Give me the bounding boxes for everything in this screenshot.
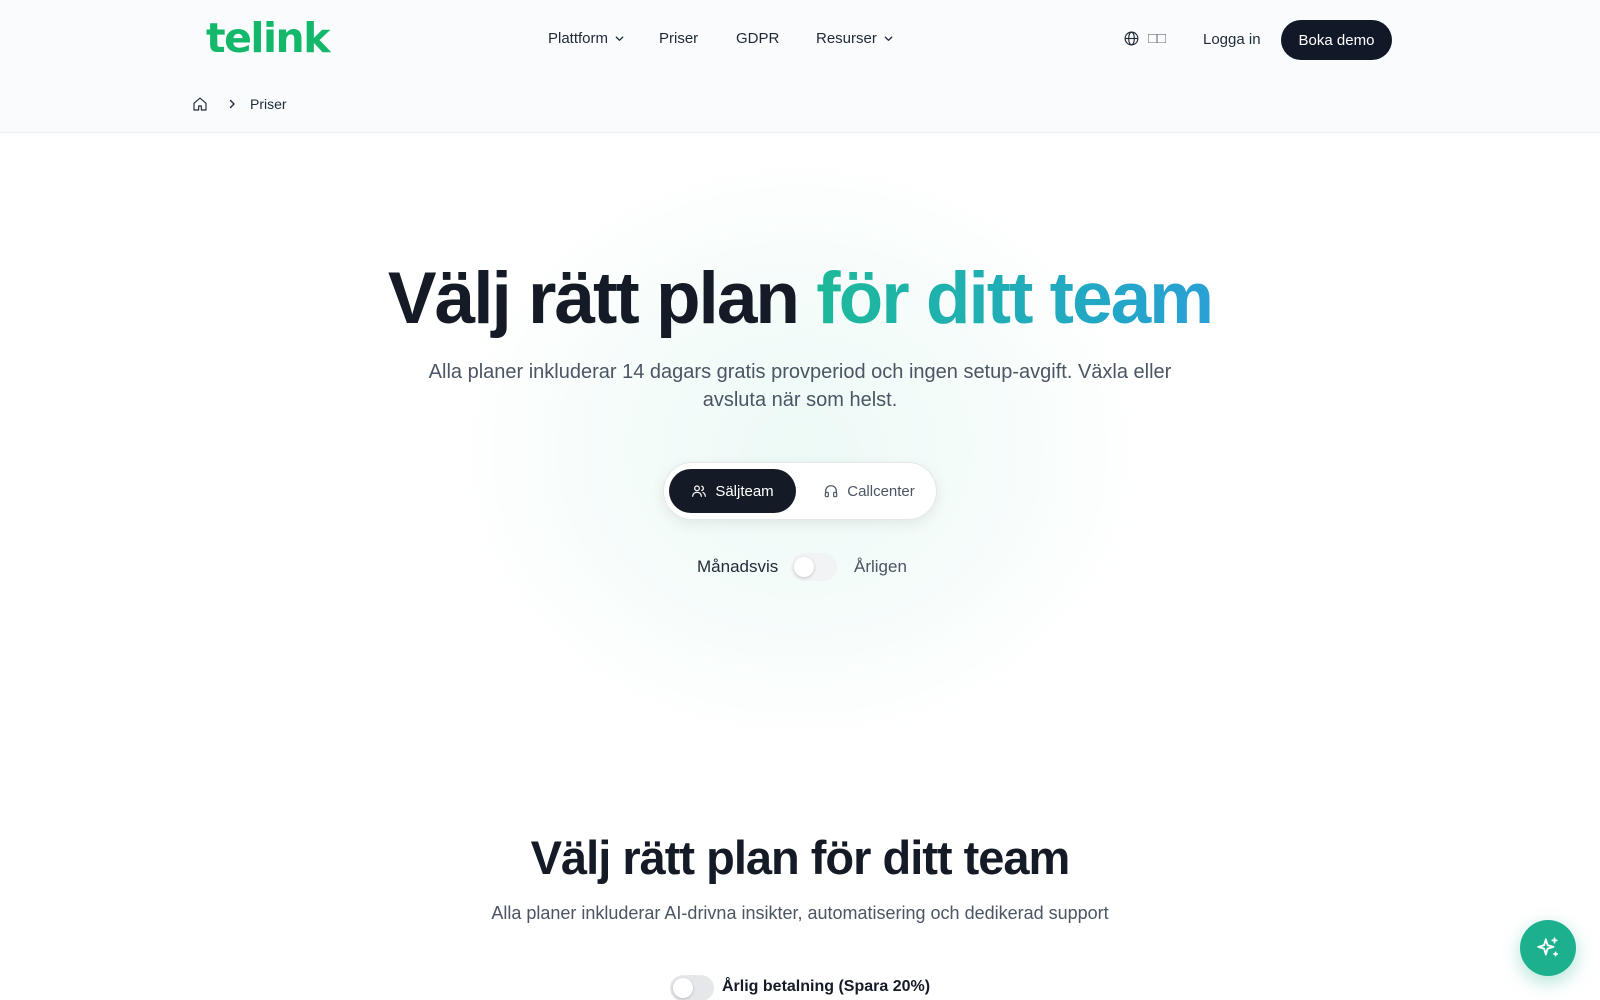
telink-logo[interactable]: telink bbox=[206, 14, 330, 62]
segment-saljteam[interactable]: Säljteam bbox=[669, 469, 796, 513]
breadcrumb: Priser bbox=[192, 96, 287, 112]
annual-payment-label: Årlig betalning (Spara 20%) bbox=[722, 978, 931, 995]
breadcrumb-current: Priser bbox=[250, 96, 287, 112]
users-icon bbox=[692, 485, 707, 497]
yearly-label: Årligen bbox=[854, 557, 907, 576]
team-type-selector: Säljteam Callcenter bbox=[663, 462, 937, 520]
home-icon bbox=[193, 97, 207, 111]
nav-priser-label: Priser bbox=[659, 30, 699, 47]
hero-title-accent: för ditt team bbox=[816, 258, 1214, 339]
nav-priser[interactable]: Priser bbox=[659, 30, 698, 47]
sparkles-icon bbox=[1537, 937, 1559, 957]
language-switcher[interactable]: □□ bbox=[1123, 30, 1166, 47]
login-link[interactable]: Logga in bbox=[1203, 31, 1261, 48]
segment-callcenter[interactable]: Callcenter bbox=[809, 469, 929, 513]
language-code: □□ bbox=[1148, 30, 1167, 47]
hero-title-plain: Välj rätt plan bbox=[387, 258, 817, 339]
switch-knob bbox=[794, 557, 814, 577]
annual-payment-toggle: Årlig betalning (Spara 20%) bbox=[0, 975, 1600, 1000]
nav-plattform[interactable]: Plattform bbox=[548, 30, 625, 47]
nav-resurser[interactable]: Resurser bbox=[816, 30, 894, 47]
segment-callcenter-label: Callcenter bbox=[847, 482, 915, 500]
globe-icon bbox=[1124, 31, 1139, 46]
headphones-icon bbox=[824, 485, 838, 498]
ai-assistant-button[interactable] bbox=[1520, 920, 1576, 976]
site-header: telink Plattform Priser GDPR Resurser □□… bbox=[0, 0, 1600, 133]
switch-knob bbox=[673, 978, 693, 998]
breadcrumb-home[interactable] bbox=[192, 96, 208, 112]
hero-title: Välj rätt plan för ditt team bbox=[0, 257, 1600, 341]
book-demo-button[interactable]: Boka demo bbox=[1281, 20, 1392, 60]
plans-title: Välj rätt plan för ditt team bbox=[530, 831, 1071, 884]
nav-resurser-label: Resurser bbox=[816, 30, 877, 47]
annual-switch[interactable] bbox=[670, 975, 714, 1000]
nav-plattform-label: Plattform bbox=[548, 30, 609, 47]
segment-saljteam-label: Säljteam bbox=[715, 482, 774, 500]
chevron-down-icon bbox=[615, 36, 624, 41]
plans-subtitle: Alla planer inkluderar AI-drivna insikte… bbox=[491, 903, 1109, 923]
nav-gdpr-label: GDPR bbox=[736, 30, 780, 47]
monthly-label: Månadsvis bbox=[697, 557, 779, 576]
chevron-right-icon bbox=[226, 98, 238, 110]
nav-gdpr[interactable]: GDPR bbox=[736, 30, 779, 47]
billing-switch[interactable] bbox=[791, 553, 837, 581]
chevron-down-icon bbox=[884, 36, 893, 41]
hero-subtitle: Alla planer inkluderar 14 dagars gratis … bbox=[428, 361, 1172, 411]
hero-glow bbox=[450, 150, 1150, 750]
billing-period-toggle: Månadsvis Årligen bbox=[0, 552, 1600, 582]
